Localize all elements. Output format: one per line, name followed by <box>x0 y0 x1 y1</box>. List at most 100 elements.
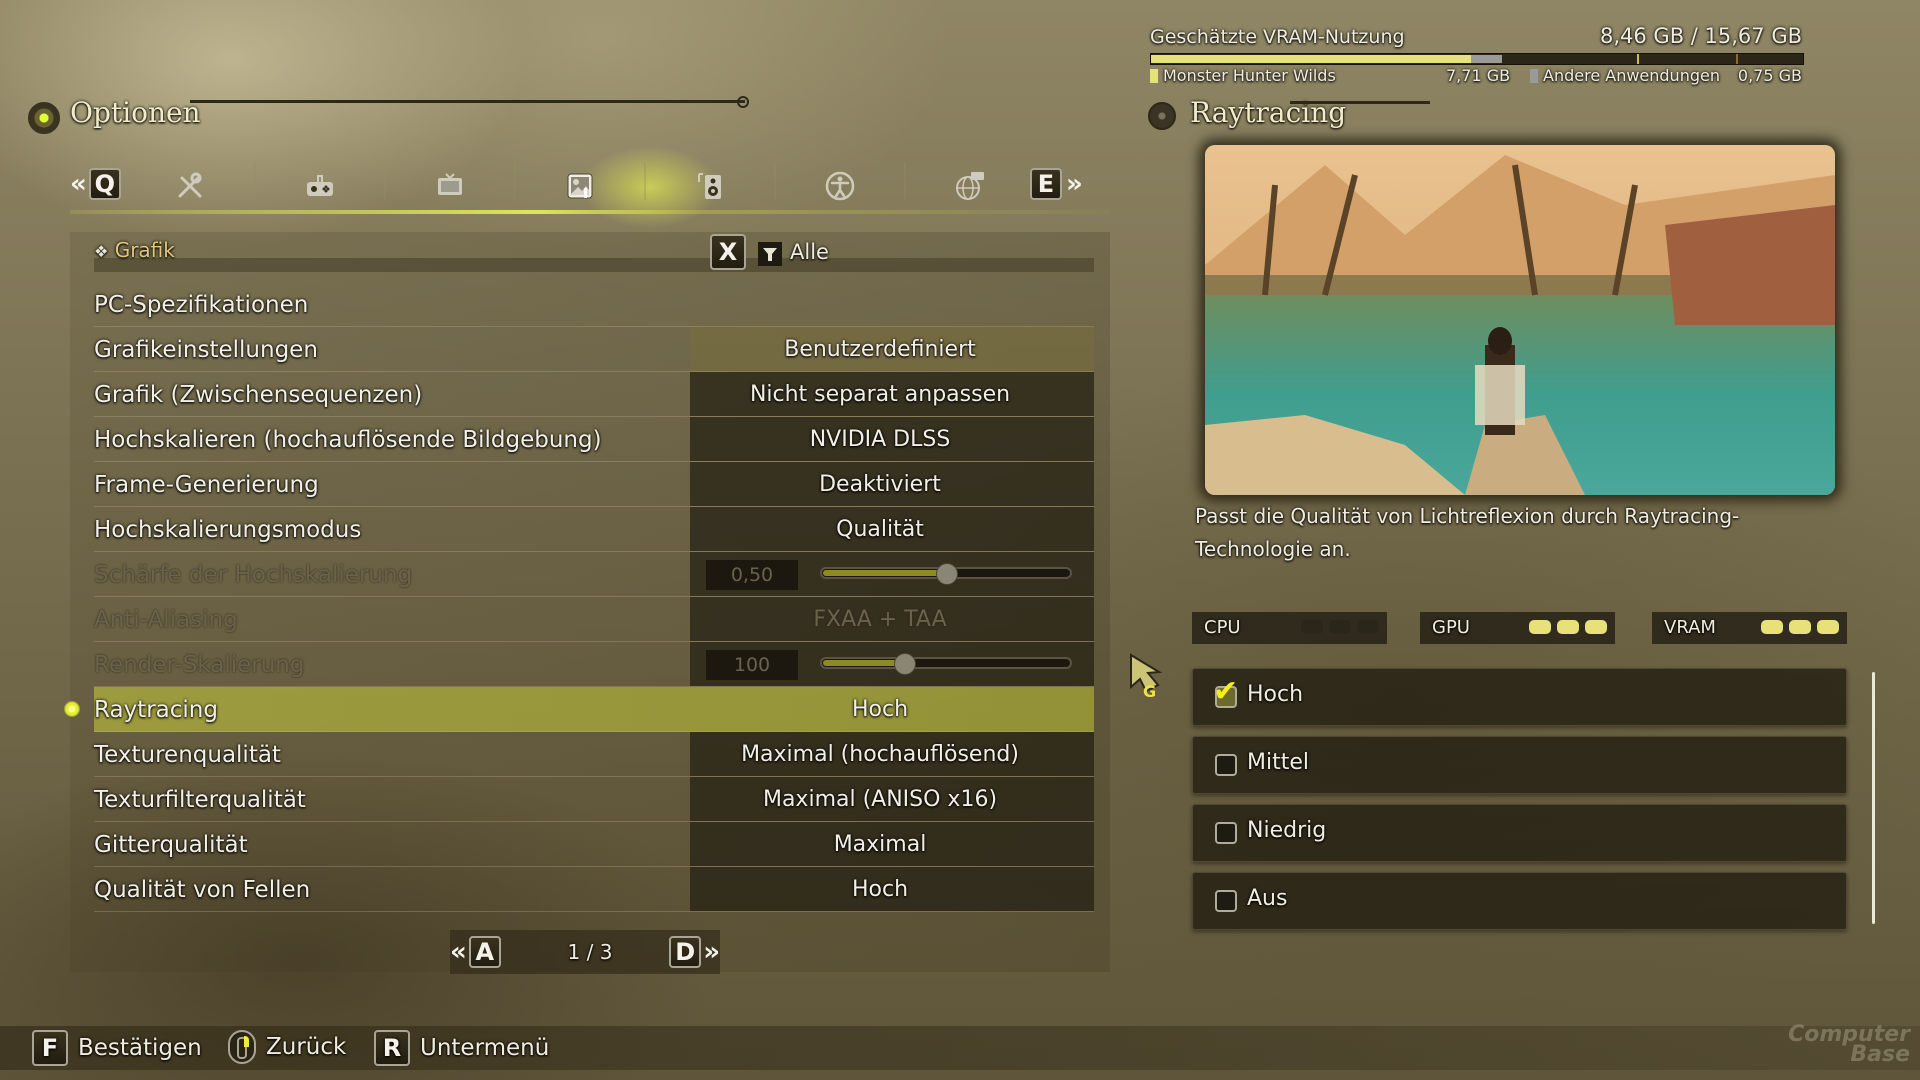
tab-graphics[interactable] <box>560 166 600 206</box>
key-a[interactable]: A <box>468 936 501 968</box>
tab-audio[interactable] <box>690 166 730 206</box>
key-e[interactable]: E <box>1030 168 1062 200</box>
page-prev[interactable]: « A <box>450 936 501 968</box>
setting-value-area[interactable]: Maximal (hochauflösend) <box>690 732 1094 776</box>
mouse-cursor-icon: G <box>1130 653 1162 701</box>
preview-image <box>1205 145 1835 495</box>
checkbox[interactable] <box>1215 822 1237 844</box>
options-emblem-icon <box>28 102 60 134</box>
watermark-logo: Computer Base <box>1788 1022 1910 1067</box>
slider-knob[interactable] <box>893 653 916 675</box>
key-d[interactable]: D <box>669 936 702 968</box>
tab-controller[interactable] <box>300 166 340 206</box>
setting-value-area[interactable]: FXAA + TAA <box>690 597 1094 641</box>
setting-number-field[interactable]: 100 <box>706 650 798 680</box>
slider-fill <box>823 570 946 576</box>
setting-value-area[interactable]: Maximal (ANISO x16) <box>690 777 1094 821</box>
category-icon: ❖ <box>94 242 109 261</box>
tab-general[interactable] <box>170 166 210 206</box>
tab-prev[interactable]: « Q <box>70 168 121 200</box>
load-indicator-cpu: CPU <box>1192 612 1387 644</box>
checkbox[interactable] <box>1215 890 1237 912</box>
mouse-right-click-icon <box>228 1030 256 1064</box>
key-x[interactable]: X <box>710 234 746 270</box>
setting-label: Schärfe der Hochskalierung <box>94 562 413 588</box>
setting-slider[interactable] <box>820 653 1072 675</box>
controller-icon <box>307 175 333 196</box>
setting-value-area[interactable]: Hoch <box>690 687 1094 731</box>
option-aus[interactable]: Aus <box>1192 872 1847 930</box>
setting-value-area[interactable]: Hoch <box>690 867 1094 911</box>
load-pip <box>1529 620 1551 634</box>
tab-display[interactable] <box>430 166 470 206</box>
checkbox[interactable] <box>1215 754 1237 776</box>
setting-value: NVIDIA DLSS <box>809 427 951 452</box>
option-niedrig[interactable]: Niedrig <box>1192 804 1847 862</box>
setting-label: Qualität von Fellen <box>94 877 311 903</box>
settings-panel: ❖ Grafik X Alle PC-Spezifikationen Grafik… <box>64 232 1110 972</box>
setting-value: Hoch <box>851 697 909 722</box>
tab-accessibility[interactable] <box>820 166 860 206</box>
setting-row[interactable]: Texturenqualität Maximal (hochauflösend) <box>94 732 1094 777</box>
setting-row[interactable]: Schärfe der Hochskalierung 0,50 <box>94 552 1094 597</box>
setting-row[interactable]: PC-Spezifikationen <box>94 282 1094 327</box>
hint-submenu[interactable]: R Untermenü <box>374 1030 549 1066</box>
setting-value-area[interactable] <box>690 282 1094 326</box>
page-next[interactable]: D » <box>669 936 720 968</box>
vram-total: 8,46 GB / 15,67 GB <box>1599 24 1802 48</box>
filter-value[interactable]: Alle <box>790 240 829 264</box>
setting-slider[interactable] <box>820 563 1072 585</box>
key-r[interactable]: R <box>374 1030 410 1066</box>
setting-label: Texturfilterqualität <box>94 787 306 813</box>
option-label: Mittel <box>1247 750 1309 775</box>
setting-row[interactable]: Anti-Aliasing FXAA + TAA <box>94 597 1094 642</box>
setting-row[interactable]: Hochskalieren (hochauflösende Bildgebung… <box>94 417 1094 462</box>
hint-confirm[interactable]: F Bestätigen <box>32 1030 202 1066</box>
key-f[interactable]: F <box>32 1030 68 1066</box>
setting-value-area[interactable]: Deaktiviert <box>690 462 1094 506</box>
legend-game-value: 7,71 GB <box>1446 66 1511 85</box>
setting-row[interactable]: Render-Skalierung 100 <box>94 642 1094 687</box>
tabbar-underline <box>70 210 1110 214</box>
tab-next[interactable]: E » <box>1030 168 1083 200</box>
audio-icon <box>698 173 721 199</box>
legend-swatch-game <box>1150 69 1158 83</box>
setting-row[interactable]: Qualität von Fellen Hoch <box>94 867 1094 912</box>
setting-row[interactable]: Raytracing Hoch <box>64 687 1094 732</box>
legend-game: Monster Hunter Wilds <box>1150 66 1336 85</box>
chevron-right-icon: » <box>1066 169 1083 199</box>
setting-label: PC-Spezifikationen <box>94 292 309 318</box>
setting-label: Render-Skalierung <box>94 652 305 678</box>
graphics-icon <box>567 173 593 199</box>
setting-value-area[interactable]: Maximal <box>690 822 1094 866</box>
setting-value-area[interactable]: Qualität <box>690 507 1094 551</box>
selection-indicator-icon <box>64 701 80 717</box>
detail-description: Passt die Qualität von Lichtreflexion du… <box>1195 504 1740 561</box>
load-indicator-gpu: GPU <box>1420 612 1615 644</box>
load-label: GPU <box>1432 617 1470 638</box>
setting-value: Maximal (ANISO x16) <box>762 787 998 812</box>
setting-value-area[interactable]: Benutzerdefiniert <box>690 327 1094 371</box>
setting-row[interactable]: Gitterqualität Maximal <box>94 822 1094 867</box>
vram-bar-marker <box>1736 54 1738 64</box>
setting-value-area[interactable]: 0,50 <box>690 552 1094 596</box>
setting-number-field[interactable]: 0,50 <box>706 560 798 590</box>
setting-row[interactable]: Hochskalierungsmodus Qualität <box>94 507 1094 552</box>
filter-icon[interactable] <box>758 242 782 266</box>
option-hoch[interactable]: ✔ Hoch <box>1192 668 1847 726</box>
setting-row[interactable]: Texturfilterqualität Maximal (ANISO x16) <box>94 777 1094 822</box>
setting-row[interactable]: Grafik (Zwischensequenzen) Nicht separat … <box>94 372 1094 417</box>
tab-language[interactable] <box>950 166 990 206</box>
setting-row[interactable]: Grafikeinstellungen Benutzerdefiniert <box>94 327 1094 372</box>
setting-value-area[interactable]: 100 <box>690 642 1094 686</box>
setting-value-area[interactable]: Nicht separat anpassen <box>690 372 1094 416</box>
bottom-hints: F Bestätigen Zurück R Untermenü <box>0 1026 1920 1070</box>
setting-value-area[interactable]: NVIDIA DLSS <box>690 417 1094 461</box>
key-q[interactable]: Q <box>88 168 121 200</box>
vram-bar-game-fill <box>1151 55 1471 63</box>
setting-row[interactable]: Frame-Generierung Deaktiviert <box>94 462 1094 507</box>
options-scrollbar[interactable] <box>1872 672 1875 924</box>
option-mittel[interactable]: Mittel <box>1192 736 1847 794</box>
hint-back[interactable]: Zurück <box>228 1030 346 1064</box>
slider-knob[interactable] <box>936 563 958 585</box>
